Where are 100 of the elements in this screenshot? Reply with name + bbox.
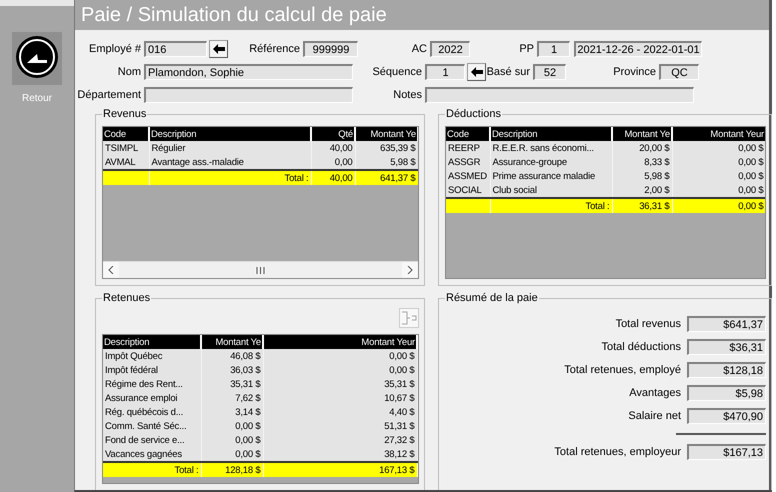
date-range-field[interactable]: 2021-12-26 - 2022-01-01 — [574, 41, 702, 57]
department-field[interactable] — [144, 87, 353, 103]
table-cell: SOCIAL — [446, 183, 490, 198]
table-cell: 3,14 $ — [201, 405, 263, 419]
total-label: Total : — [490, 198, 612, 213]
summary-label: Salaire net — [628, 410, 681, 422]
table-cell: AVMAL — [103, 155, 149, 170]
table-cell: 8,33 $ — [612, 155, 672, 169]
column-header[interactable]: Montant Yeur — [672, 127, 765, 141]
summary-value-field: $641,37 — [687, 316, 766, 332]
table-cell: 36,03 $ — [201, 363, 263, 377]
scroll-right-icon[interactable] — [407, 266, 413, 274]
table-cell: 0,00 $ — [201, 433, 263, 447]
summary-label: Total déductions — [602, 341, 681, 353]
field-label: Province — [612, 66, 657, 78]
summary-label: Total retenues, employeur — [554, 446, 681, 458]
notes-field[interactable] — [425, 87, 694, 103]
field-label: PP — [518, 43, 535, 55]
field-label: Basé sur — [486, 66, 531, 78]
table-cell: 7,62 $ — [201, 391, 263, 405]
total-cell: 167,13 $ — [263, 462, 417, 477]
column-header[interactable]: Montant Ye — [201, 335, 263, 349]
total-cell: 128,18 $ — [201, 462, 263, 477]
table-cell: Impôt Québec — [103, 349, 201, 363]
table-cell: 635,39 $ — [355, 141, 418, 155]
total-label: Total : — [103, 462, 201, 477]
table-cell: 38,12 $ — [263, 447, 417, 462]
table-cell: 35,31 $ — [263, 377, 417, 391]
table-cell: R.E.E.R. sans économi... — [490, 141, 612, 155]
column-header[interactable]: Code — [103, 127, 149, 141]
summary-value-field: $167,13 — [687, 444, 766, 460]
group-title: Déductions — [445, 108, 502, 120]
column-header[interactable]: Montant Yeur — [263, 335, 417, 349]
year-field[interactable]: 2022 — [430, 41, 470, 57]
field-label: Nom — [116, 66, 142, 78]
scroll-grip-icon[interactable] — [256, 266, 265, 274]
total-cell: 0,00 $ — [672, 198, 765, 213]
table-cell: 0,00 $ — [263, 363, 417, 377]
table-cell: 0,00 $ — [263, 349, 417, 363]
column-header[interactable]: Description — [103, 335, 201, 349]
total-cell — [103, 170, 149, 185]
table-cell: 0,00 $ — [201, 419, 263, 433]
table-cell: REERP — [446, 141, 490, 155]
column-header[interactable]: Description — [149, 127, 311, 141]
table-cell: 5,98 $ — [355, 155, 418, 170]
table-cell: 0,00 — [311, 155, 355, 170]
column-header[interactable]: Code — [446, 127, 490, 141]
arrow-left-button[interactable] — [209, 40, 228, 58]
employee-field[interactable]: 016 — [144, 41, 207, 57]
arrow-left-icon — [470, 67, 482, 77]
total-cell: 641,37 $ — [355, 170, 418, 185]
summary-label: Avantages — [629, 387, 681, 399]
arrow-left-button[interactable] — [467, 63, 486, 81]
arrow-left-icon — [212, 44, 224, 54]
column-header[interactable]: Montant Ye — [355, 127, 418, 141]
total-cell: 36,31 $ — [612, 198, 672, 213]
total-cell — [446, 198, 490, 213]
table-cell: Avantage ass.-maladie — [149, 155, 311, 170]
table-cell: 40,00 — [311, 141, 355, 155]
table-cell: 27,32 $ — [263, 433, 417, 447]
split-icon — [401, 311, 417, 325]
group-title: Résumé de la paie — [445, 292, 539, 304]
table-cell: ASSMED — [446, 169, 490, 183]
table-cell: 20,00 $ — [612, 141, 672, 155]
based-on-field[interactable]: 52 — [533, 64, 566, 80]
table-cell: Assurance-groupe — [490, 155, 612, 169]
scroll-left-icon[interactable] — [108, 266, 114, 274]
window-title: Paie / Simulation du calcul de paie — [75, 0, 769, 30]
column-header[interactable]: Qté — [311, 127, 355, 141]
table-cell: 0,00 $ — [672, 183, 765, 198]
clock-icon — [15, 35, 59, 79]
group-title: Retenues — [102, 292, 152, 304]
province-field[interactable]: QC — [659, 64, 699, 80]
table-cell: 5,98 $ — [612, 169, 672, 183]
table-cell: 0,00 $ — [201, 447, 263, 462]
summary-value-field: $128,18 — [687, 362, 766, 378]
period-field[interactable]: 1 — [537, 41, 570, 57]
table-cell: TSIMPL — [103, 141, 149, 155]
name-field[interactable]: Plamondon, Sophie — [144, 64, 353, 80]
field-label: Département — [76, 89, 142, 101]
summary-value-field: $5,98 — [687, 385, 766, 401]
table-cell: Comm. Santé Séc... — [103, 419, 201, 433]
total-label: Total : — [149, 170, 311, 185]
table-cell: 2,00 $ — [612, 183, 672, 198]
summary-label: Total revenus — [616, 318, 681, 330]
table-cell: Vacances gagnées — [103, 447, 201, 462]
column-header[interactable]: Montant Ye — [612, 127, 672, 141]
field-label: Référence — [248, 43, 301, 55]
reference-field[interactable]: 999999 — [303, 41, 358, 57]
table-cell: 4,40 $ — [263, 405, 417, 419]
table-cell: 0,00 $ — [672, 155, 765, 169]
table-cell: 0,00 $ — [672, 169, 765, 183]
summary-value-field: $470,90 — [687, 408, 766, 424]
summary-value-field: $36,31 — [687, 339, 766, 355]
table-cell: Assurance emploi — [103, 391, 201, 405]
table-cell: Régime des Rent... — [103, 377, 201, 391]
table-cell: 46,08 $ — [201, 349, 263, 363]
column-header[interactable]: Description — [490, 127, 612, 141]
horizontal-scrollbar[interactable] — [103, 261, 418, 278]
sequence-field[interactable]: 1 — [425, 64, 465, 80]
